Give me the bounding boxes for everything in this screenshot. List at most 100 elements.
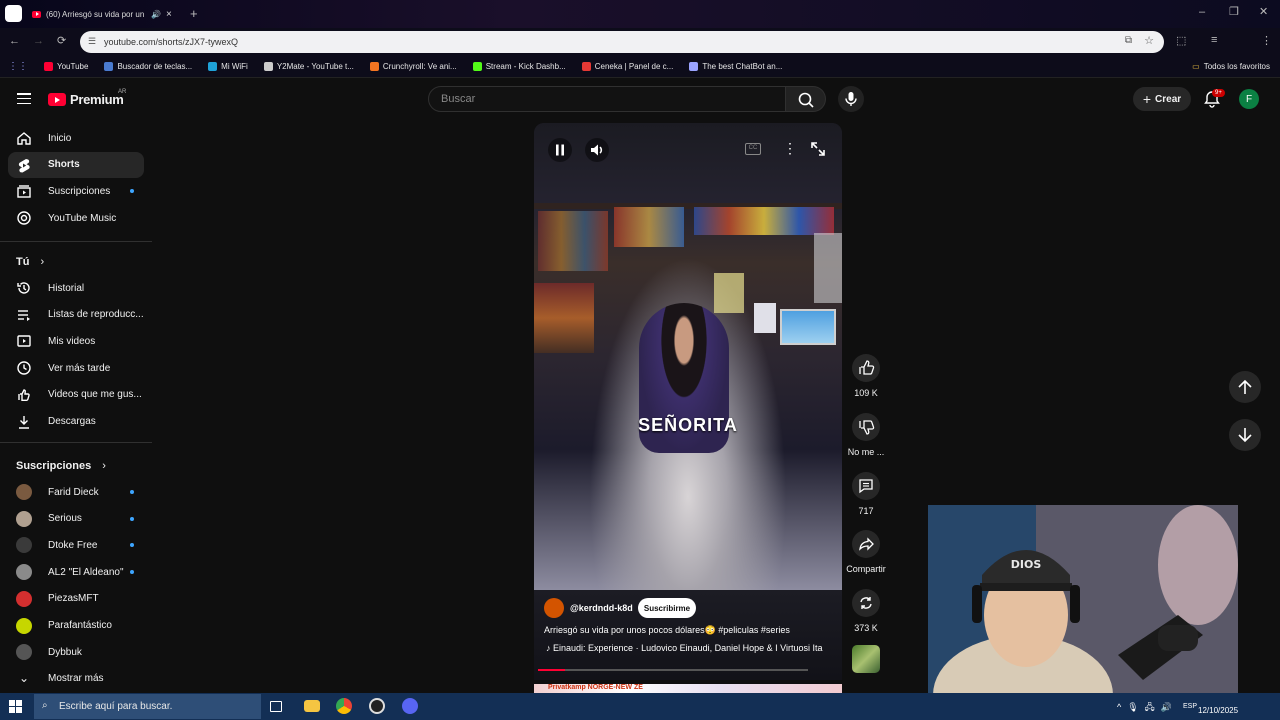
like-button[interactable] — [852, 354, 880, 382]
bookmark-item[interactable]: Stream - Kick Dashb... — [465, 62, 574, 71]
windows-start-icon[interactable] — [9, 700, 22, 713]
history-icon — [16, 280, 32, 296]
forward-icon[interactable]: → — [33, 35, 44, 47]
youtube-premium-logo[interactable]: Premium — [48, 92, 124, 107]
all-bookmarks-button[interactable]: ▭ Todos los favoritos — [1184, 62, 1278, 71]
browser-tab-strip: (60) Arriesgó su vida por un 🔊 × + – ❐ ✕ — [0, 0, 1280, 28]
apps-icon[interactable]: ⋮⋮ — [0, 61, 36, 72]
sidebar-item-label: Shorts — [48, 159, 80, 171]
speaker-icon[interactable]: 🔊 — [151, 10, 161, 19]
comments-button[interactable] — [852, 472, 880, 500]
bookmark-item[interactable]: Buscador de teclas... — [96, 62, 200, 71]
account-avatar[interactable]: F — [1239, 89, 1259, 109]
maximize-button[interactable]: ❐ — [1229, 5, 1239, 18]
keyboard-language[interactable]: ESP — [1183, 703, 1197, 710]
menu-icon[interactable] — [17, 93, 31, 105]
sidebar-item-download[interactable]: Descargas — [8, 409, 144, 435]
you-section-heading[interactable]: Tú › — [16, 256, 44, 268]
new-tab-button[interactable]: + — [190, 6, 198, 21]
url-field[interactable]: ☰ youtube.com/shorts/zJX7-tywexQ ⧉ ☆ — [80, 31, 1164, 53]
channel-name[interactable]: @kerdndd-k8d — [570, 603, 633, 613]
obs-icon[interactable] — [369, 698, 385, 714]
sidebar-item-music[interactable]: YouTube Music — [8, 205, 144, 231]
remix-button[interactable] — [852, 589, 880, 617]
fullscreen-icon[interactable] — [809, 140, 829, 160]
bookmark-item[interactable]: YouTube — [36, 62, 96, 71]
discord-icon[interactable] — [402, 698, 418, 714]
file-explorer-icon[interactable] — [304, 700, 320, 712]
sidebar-item-home[interactable]: Inicio — [8, 125, 144, 151]
back-icon[interactable]: ← — [9, 35, 20, 47]
close-window-button[interactable]: ✕ — [1259, 5, 1268, 18]
sidebar-subscription[interactable]: Serious — [8, 506, 144, 532]
task-view-icon[interactable] — [270, 701, 282, 712]
browser-menu-icon[interactable] — [5, 5, 22, 22]
tray-icons[interactable]: ^🎙🖧🔊 — [1117, 700, 1178, 716]
progress-bar[interactable] — [538, 669, 808, 671]
browser-tab[interactable]: (60) Arriesgó su vida por un 🔊 × — [26, 4, 180, 24]
pause-button[interactable] — [548, 138, 572, 162]
bookmark-item[interactable]: Ceneka | Panel de c... — [574, 62, 682, 71]
subscriptions-section-heading[interactable]: Suscripciones › — [16, 460, 106, 472]
next-short-preview[interactable]: Privatkamp NORGE-NEW ZE — [534, 684, 842, 693]
site-info-icon[interactable]: ☰ — [88, 36, 96, 47]
sidebar-subscription[interactable]: Dybbuk — [8, 639, 144, 665]
media-control-icon[interactable]: ≡ — [1211, 34, 1217, 46]
sidebar-subscription[interactable]: Dtoke Free — [8, 532, 144, 558]
sidebar-item-subscriptions[interactable]: Suscripciones — [8, 178, 144, 204]
more-options-icon[interactable]: ⋮ — [780, 140, 800, 160]
browser-more-icon[interactable]: ⋮ — [1261, 34, 1272, 47]
taskbar-date: 12/10/2025 — [1198, 706, 1239, 715]
channel-avatar — [16, 590, 32, 607]
close-tab-icon[interactable]: × — [166, 9, 172, 20]
install-icon[interactable]: ⧉ — [1125, 35, 1132, 46]
sidebar-subscription[interactable]: PiezasMFT — [8, 586, 144, 612]
search-input[interactable]: Buscar — [428, 86, 786, 112]
bookmark-star-icon[interactable]: ☆ — [1144, 34, 1154, 47]
svg-text:DIOS: DIOS — [1011, 558, 1042, 571]
bookmark-item[interactable]: Y2Mate - YouTube t... — [256, 62, 362, 71]
minimize-button[interactable]: – — [1199, 6, 1205, 18]
bookmark-label: The best ChatBot an... — [702, 62, 783, 71]
taskbar-search-input[interactable]: ⌕ Escribe aquí para buscar. — [34, 694, 261, 719]
sidebar-item-history[interactable]: Historial — [8, 275, 144, 301]
bookmark-item[interactable]: The best ChatBot an... — [681, 62, 790, 71]
channel-avatar[interactable] — [544, 598, 564, 618]
bookmark-label: Crunchyroll: Ve ani... — [382, 62, 457, 71]
remix-count: 373 K — [854, 623, 878, 633]
chrome-icon[interactable] — [336, 698, 352, 714]
short-video-player[interactable]: SEÑORITA — [534, 123, 842, 590]
bookmark-item[interactable]: Mi WiFi — [200, 62, 256, 71]
taskbar-clock[interactable]: 12/10/2025 — [1198, 700, 1238, 716]
create-button[interactable]: + Crear — [1133, 87, 1191, 111]
captions-icon[interactable]: CC — [745, 143, 761, 155]
search-button[interactable] — [786, 86, 826, 112]
sidebar-subscription[interactable]: Farid Dieck — [8, 479, 144, 505]
sidebar-item-shorts[interactable]: Shorts — [8, 151, 144, 178]
short-title[interactable]: Arriesgó su vida por unos pocos dólares😳… — [544, 625, 834, 636]
previous-short-button[interactable] — [1229, 371, 1261, 403]
reload-icon[interactable]: ⟳ — [57, 34, 66, 47]
bookmark-item[interactable]: Crunchyroll: Ve ani... — [362, 62, 465, 71]
sound-thumbnail[interactable] — [852, 645, 880, 673]
volume-icon — [591, 144, 603, 156]
next-short-button[interactable] — [1229, 419, 1261, 451]
channel-avatar — [16, 537, 32, 554]
extensions-icon[interactable]: ⬚ — [1176, 34, 1186, 47]
sidebar-item-like[interactable]: Videos que me gus... — [8, 382, 144, 408]
sidebar-subscription[interactable]: Parafantástico — [8, 613, 144, 639]
share-button[interactable] — [852, 530, 880, 558]
dislike-button[interactable] — [852, 413, 880, 441]
sidebar-subscription[interactable]: AL2 "El Aldeano" — [8, 559, 144, 585]
subscribe-button[interactable]: Suscribirme — [638, 598, 696, 618]
music-track[interactable]: ♪ Einaudi: Experience · Ludovico Einaudi… — [546, 643, 832, 653]
volume-button[interactable] — [585, 138, 609, 162]
folder-icon: ▭ — [1192, 62, 1200, 71]
sidebar-item-clock[interactable]: Ver más tarde — [8, 355, 144, 381]
remix-icon — [860, 597, 872, 609]
sidebar-item-playlist[interactable]: Listas de reproducc... — [8, 302, 144, 328]
show-more-button[interactable]: ⌄ Mostrar más — [8, 665, 144, 691]
sidebar-item-label: Historial — [48, 282, 85, 294]
voice-search-button[interactable] — [838, 86, 864, 112]
sidebar-item-my-videos[interactable]: Mis videos — [8, 328, 144, 354]
